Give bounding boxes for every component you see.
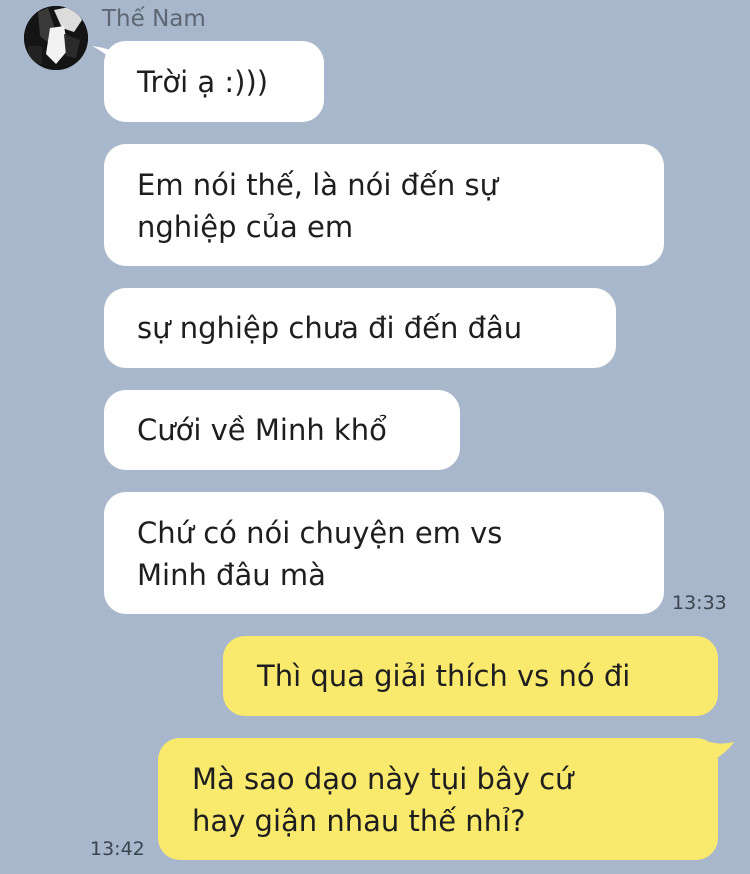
sender-name[interactable]: Thế Nam (102, 6, 206, 32)
message-text: Trời ạ :))) (137, 65, 269, 99)
message-text-line: Em nói thế, là nói đến sự (137, 168, 498, 202)
avatar-photo (24, 6, 88, 70)
message-text-line: hay giận nhau thế nhỉ? (192, 804, 526, 838)
message-text-line: Mà sao dạo này tụi bây cứ (192, 762, 574, 796)
message-timestamp: 13:33 (672, 592, 727, 614)
outgoing-message[interactable]: Mà sao dạo này tụi bây cứ hay giận nhau … (158, 738, 718, 860)
message-text-line: Minh đâu mà (137, 558, 326, 592)
incoming-message[interactable]: Trời ạ :))) (104, 41, 324, 122)
incoming-message[interactable]: Em nói thế, là nói đến sự nghiệp của em (104, 144, 664, 266)
message-text: sự nghiệp chưa đi đến đâu (137, 311, 523, 345)
message-text-line: nghiệp của em (137, 210, 354, 244)
sender-avatar[interactable] (24, 6, 88, 70)
message-text: Thì qua giải thích vs nó đi (257, 659, 631, 693)
incoming-message[interactable]: Chứ có nói chuyện em vs Minh đâu mà (104, 492, 664, 614)
incoming-message[interactable]: Cưới về Minh khổ (104, 390, 460, 470)
message-text-line: Chứ có nói chuyện em vs (137, 516, 503, 550)
chat-screen: { "sender": { "name": "Thế Nam" }, "mess… (0, 0, 750, 874)
outgoing-message[interactable]: Thì qua giải thích vs nó đi (223, 636, 718, 716)
incoming-message[interactable]: sự nghiệp chưa đi đến đâu (104, 288, 616, 368)
message-timestamp: 13:42 (90, 838, 145, 860)
message-text: Cưới về Minh khổ (137, 413, 387, 447)
